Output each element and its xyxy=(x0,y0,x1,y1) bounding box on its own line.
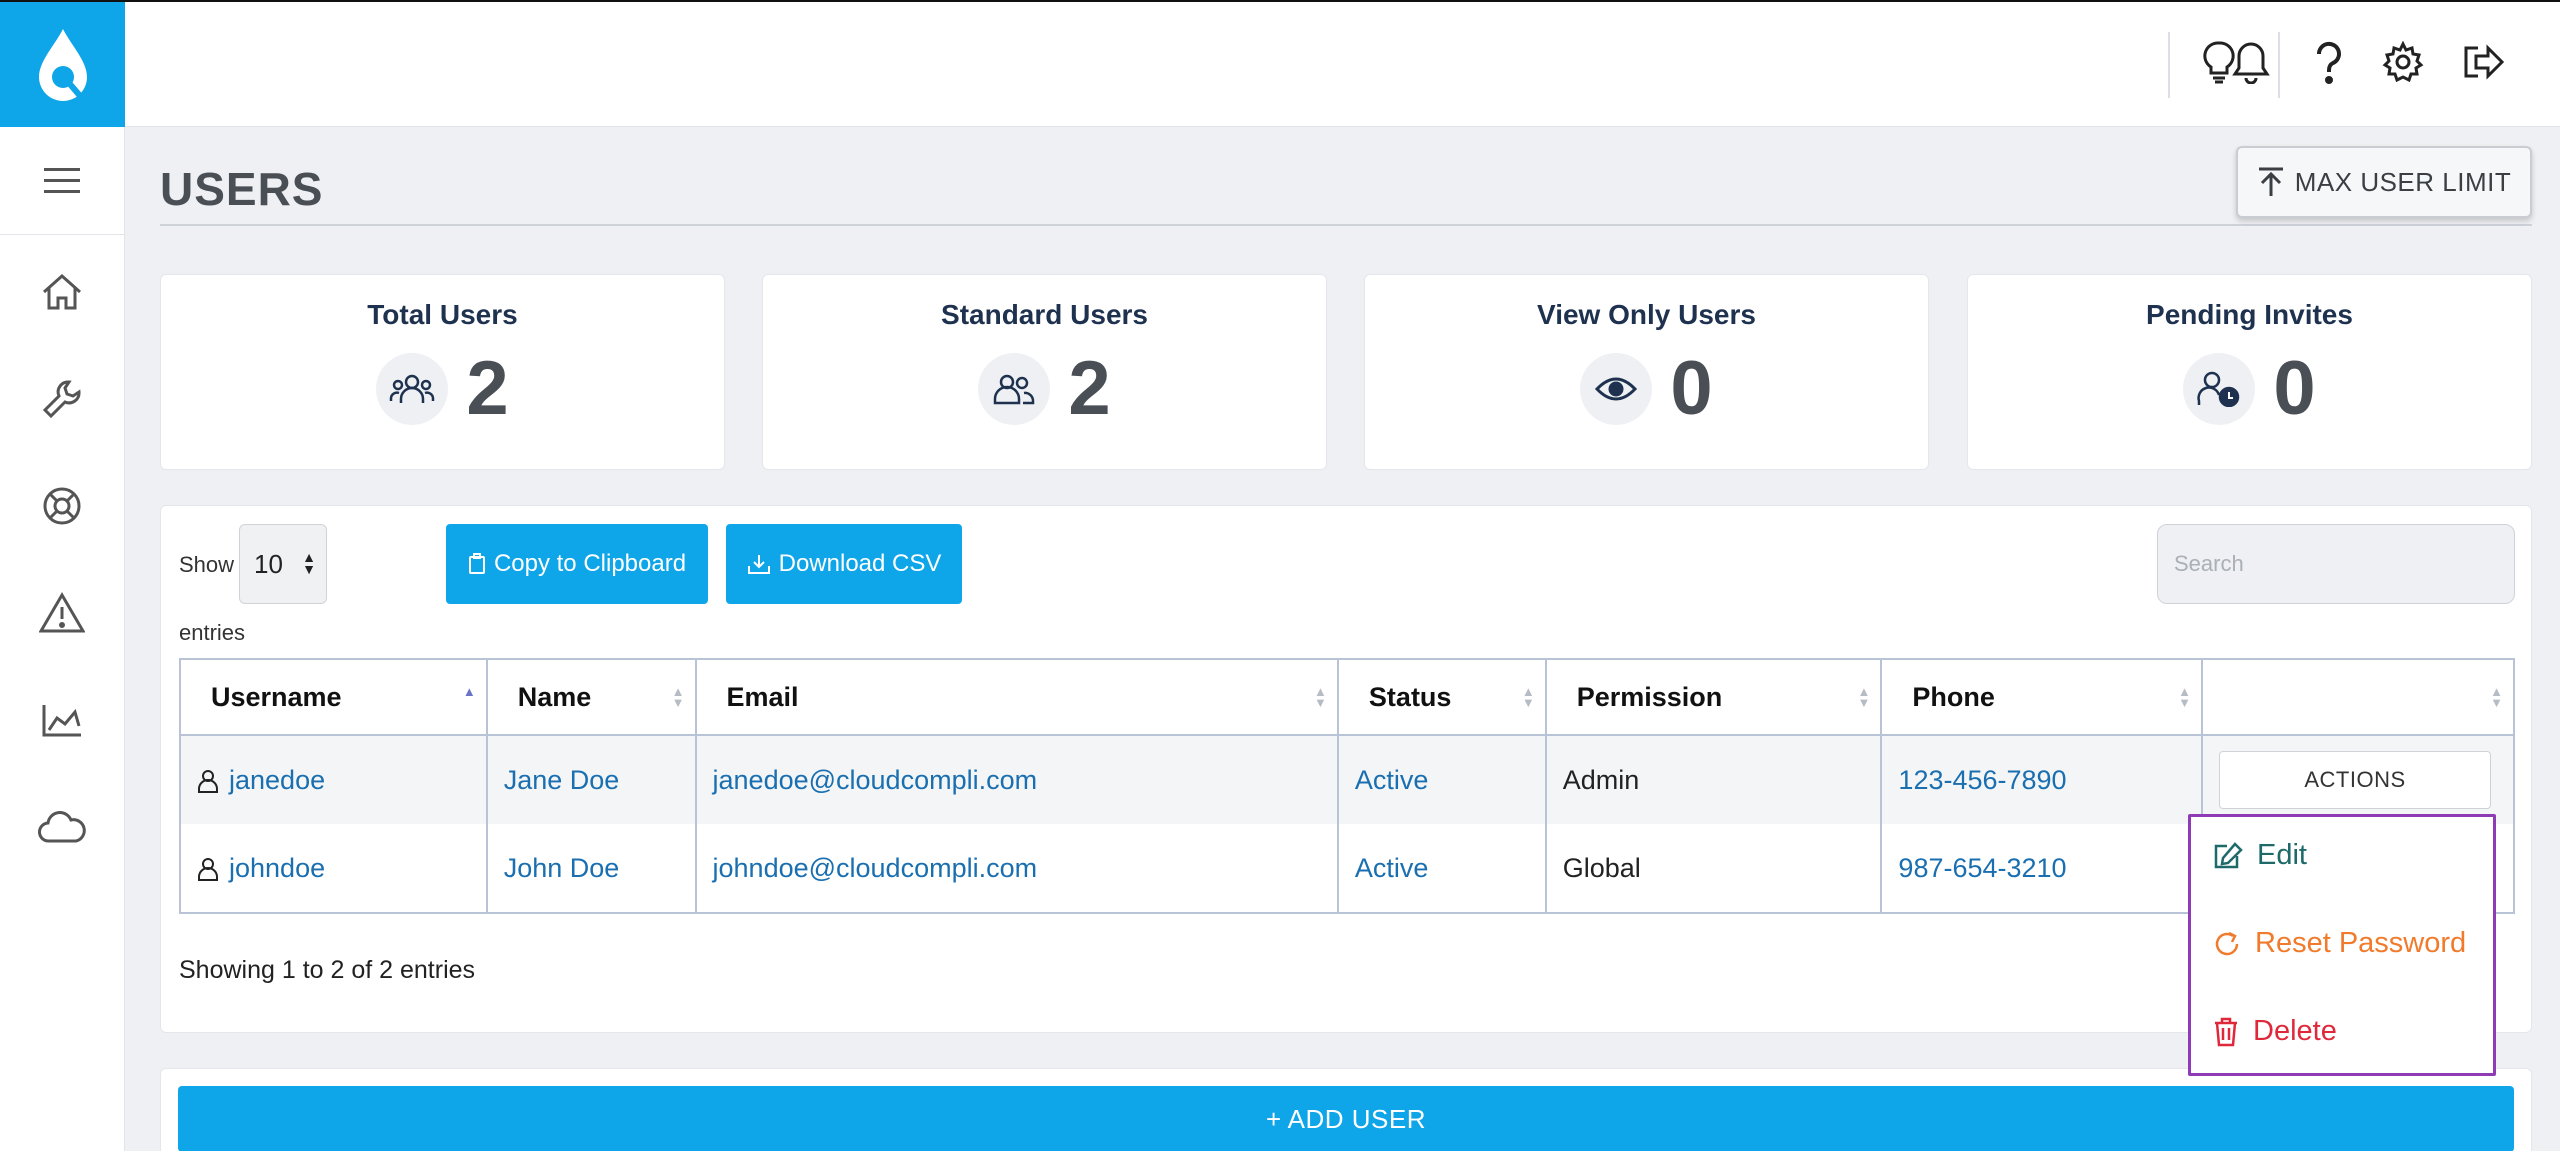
table-row: johndoe John Doe johndoe@cloudcompli.com… xyxy=(179,824,2515,914)
sidebar-item-home[interactable] xyxy=(0,238,124,345)
stat-card-total-users: Total Users 2 xyxy=(160,274,725,470)
page-size-value: 10 xyxy=(254,548,283,579)
actions-button[interactable]: ACTIONS xyxy=(2219,751,2492,809)
bell-icon xyxy=(2232,42,2270,84)
notifications-button[interactable] xyxy=(2223,34,2279,90)
column-header-status[interactable]: Status ▲ ▼ xyxy=(1336,658,1547,736)
chart-icon xyxy=(42,704,81,736)
actions-cell: ACTIONS xyxy=(2201,735,2515,824)
wrench-icon xyxy=(42,379,81,418)
hamburger-menu-button[interactable] xyxy=(0,127,124,235)
select-arrows-icon: ▲ ▼ xyxy=(302,549,316,577)
sidebar xyxy=(0,2,125,1151)
column-header-actions[interactable]: ▲ ▼ xyxy=(2201,658,2515,736)
username-cell[interactable]: johndoe xyxy=(179,824,488,914)
sidebar-item-cloud[interactable] xyxy=(0,773,124,880)
stat-value: 2 xyxy=(1068,346,1111,431)
add-user-label: ADD USER xyxy=(1287,1103,1427,1134)
stat-card-standard-users: Standard Users 2 xyxy=(762,274,1327,470)
copy-label: Copy to Clipboard xyxy=(493,550,687,577)
cloud-icon xyxy=(38,810,86,842)
search-input[interactable] xyxy=(2157,524,2515,604)
download-csv-button[interactable]: Download CSV xyxy=(726,524,962,604)
actions-dropdown-menu: Edit Reset Password Delete xyxy=(2188,814,2496,1076)
page-size-select[interactable]: 10 ▲ ▼ xyxy=(239,524,327,604)
stat-label: View Only Users xyxy=(1537,299,1756,330)
edit-icon xyxy=(2214,841,2243,868)
menu-item-edit[interactable]: Edit xyxy=(2213,839,2307,872)
user-icon xyxy=(198,770,218,794)
logo[interactable] xyxy=(0,2,125,127)
arrow-up-to-line-icon xyxy=(2258,167,2283,196)
stat-card-pending-invites: Pending Invites 0 xyxy=(1967,274,2532,470)
hamburger-icon xyxy=(44,167,80,193)
column-header-email[interactable]: Email ▲ ▼ xyxy=(694,658,1339,736)
sidebar-item-reports[interactable] xyxy=(0,666,124,773)
email-cell[interactable]: johndoe@cloudcompli.com xyxy=(694,824,1339,914)
users-table-panel: Show 10 ▲ ▼ entries Copy to Clipboard Dow… xyxy=(160,505,2532,1033)
users-table: Username ▲ Name ▲ ▼ Email ▲ ▼ Status ▲ ▼ Permis… xyxy=(179,658,2515,914)
stat-label: Standard Users xyxy=(941,299,1148,330)
title-divider xyxy=(160,224,2532,226)
phone-cell[interactable]: 123-456-7890 xyxy=(1880,735,2204,824)
user-clock-icon xyxy=(2183,353,2256,425)
user-icon xyxy=(198,858,218,882)
logout-button[interactable] xyxy=(2455,34,2511,90)
sidebar-item-alerts[interactable] xyxy=(0,559,124,666)
help-button[interactable] xyxy=(2301,34,2357,90)
name-cell[interactable]: Jane Doe xyxy=(485,735,697,824)
sidebar-item-support[interactable] xyxy=(0,452,124,559)
add-user-button[interactable]: + ADD USER xyxy=(178,1086,2514,1151)
stat-label: Total Users xyxy=(367,299,518,330)
lifebuoy-icon xyxy=(43,487,81,524)
phone-cell[interactable]: 987-654-3210 xyxy=(1880,824,2204,914)
name-cell[interactable]: John Doe xyxy=(485,824,697,914)
refresh-icon xyxy=(2215,931,2239,955)
water-drop-logo-icon xyxy=(38,28,87,101)
column-header-phone[interactable]: Phone ▲ ▼ xyxy=(1880,658,2204,736)
top-header xyxy=(125,2,2560,127)
entries-label: entries xyxy=(179,620,246,645)
settings-button[interactable] xyxy=(2375,34,2431,90)
warning-icon xyxy=(39,591,85,632)
stat-value: 0 xyxy=(2273,346,2316,431)
permission-cell: Global xyxy=(1544,824,1883,914)
page-title: USERS xyxy=(160,163,324,215)
status-cell[interactable]: Active xyxy=(1336,735,1547,824)
menu-item-delete[interactable]: Delete xyxy=(2213,1015,2337,1048)
home-icon xyxy=(43,273,81,309)
eye-icon xyxy=(1580,353,1653,425)
stat-value: 0 xyxy=(1670,346,1713,431)
stat-label: Pending Invites xyxy=(2146,299,2353,330)
username-cell[interactable]: janedoe xyxy=(179,735,488,824)
users-group-icon xyxy=(376,353,449,425)
menu-item-reset-password[interactable]: Reset Password xyxy=(2213,927,2466,960)
logout-icon xyxy=(2464,44,2505,80)
email-cell[interactable]: janedoe@cloudcompli.com xyxy=(694,735,1339,824)
download-label: Download CSV xyxy=(778,550,942,577)
column-header-permission[interactable]: Permission ▲ ▼ xyxy=(1544,658,1883,736)
help-icon xyxy=(2316,41,2341,84)
stat-card-view-only-users: View Only Users 0 xyxy=(1364,274,1929,470)
show-label: Show xyxy=(179,552,235,577)
column-header-name[interactable]: Name ▲ ▼ xyxy=(485,658,697,736)
permission-cell: Admin xyxy=(1544,735,1883,824)
trash-icon xyxy=(2215,1017,2237,1046)
separator xyxy=(2168,32,2170,98)
max-user-limit-button[interactable]: MAX USER LIMIT xyxy=(2236,146,2532,218)
plus-icon: + xyxy=(1265,1103,1282,1134)
stat-value: 2 xyxy=(466,346,509,431)
download-icon xyxy=(747,555,770,574)
users-icon xyxy=(978,353,1051,425)
sidebar-item-tools[interactable] xyxy=(0,345,124,452)
table-info: Showing 1 to 2 of 2 entries xyxy=(179,956,476,984)
clipboard-icon xyxy=(468,553,485,574)
gear-icon xyxy=(2382,41,2424,83)
table-row: janedoe Jane Doe janedoe@cloudcompli.com… xyxy=(179,735,2515,824)
column-header-username[interactable]: Username ▲ xyxy=(179,658,488,736)
max-user-limit-label: MAX USER LIMIT xyxy=(2294,166,2512,197)
status-cell[interactable]: Active xyxy=(1336,824,1547,914)
copy-to-clipboard-button[interactable]: Copy to Clipboard xyxy=(446,524,708,604)
